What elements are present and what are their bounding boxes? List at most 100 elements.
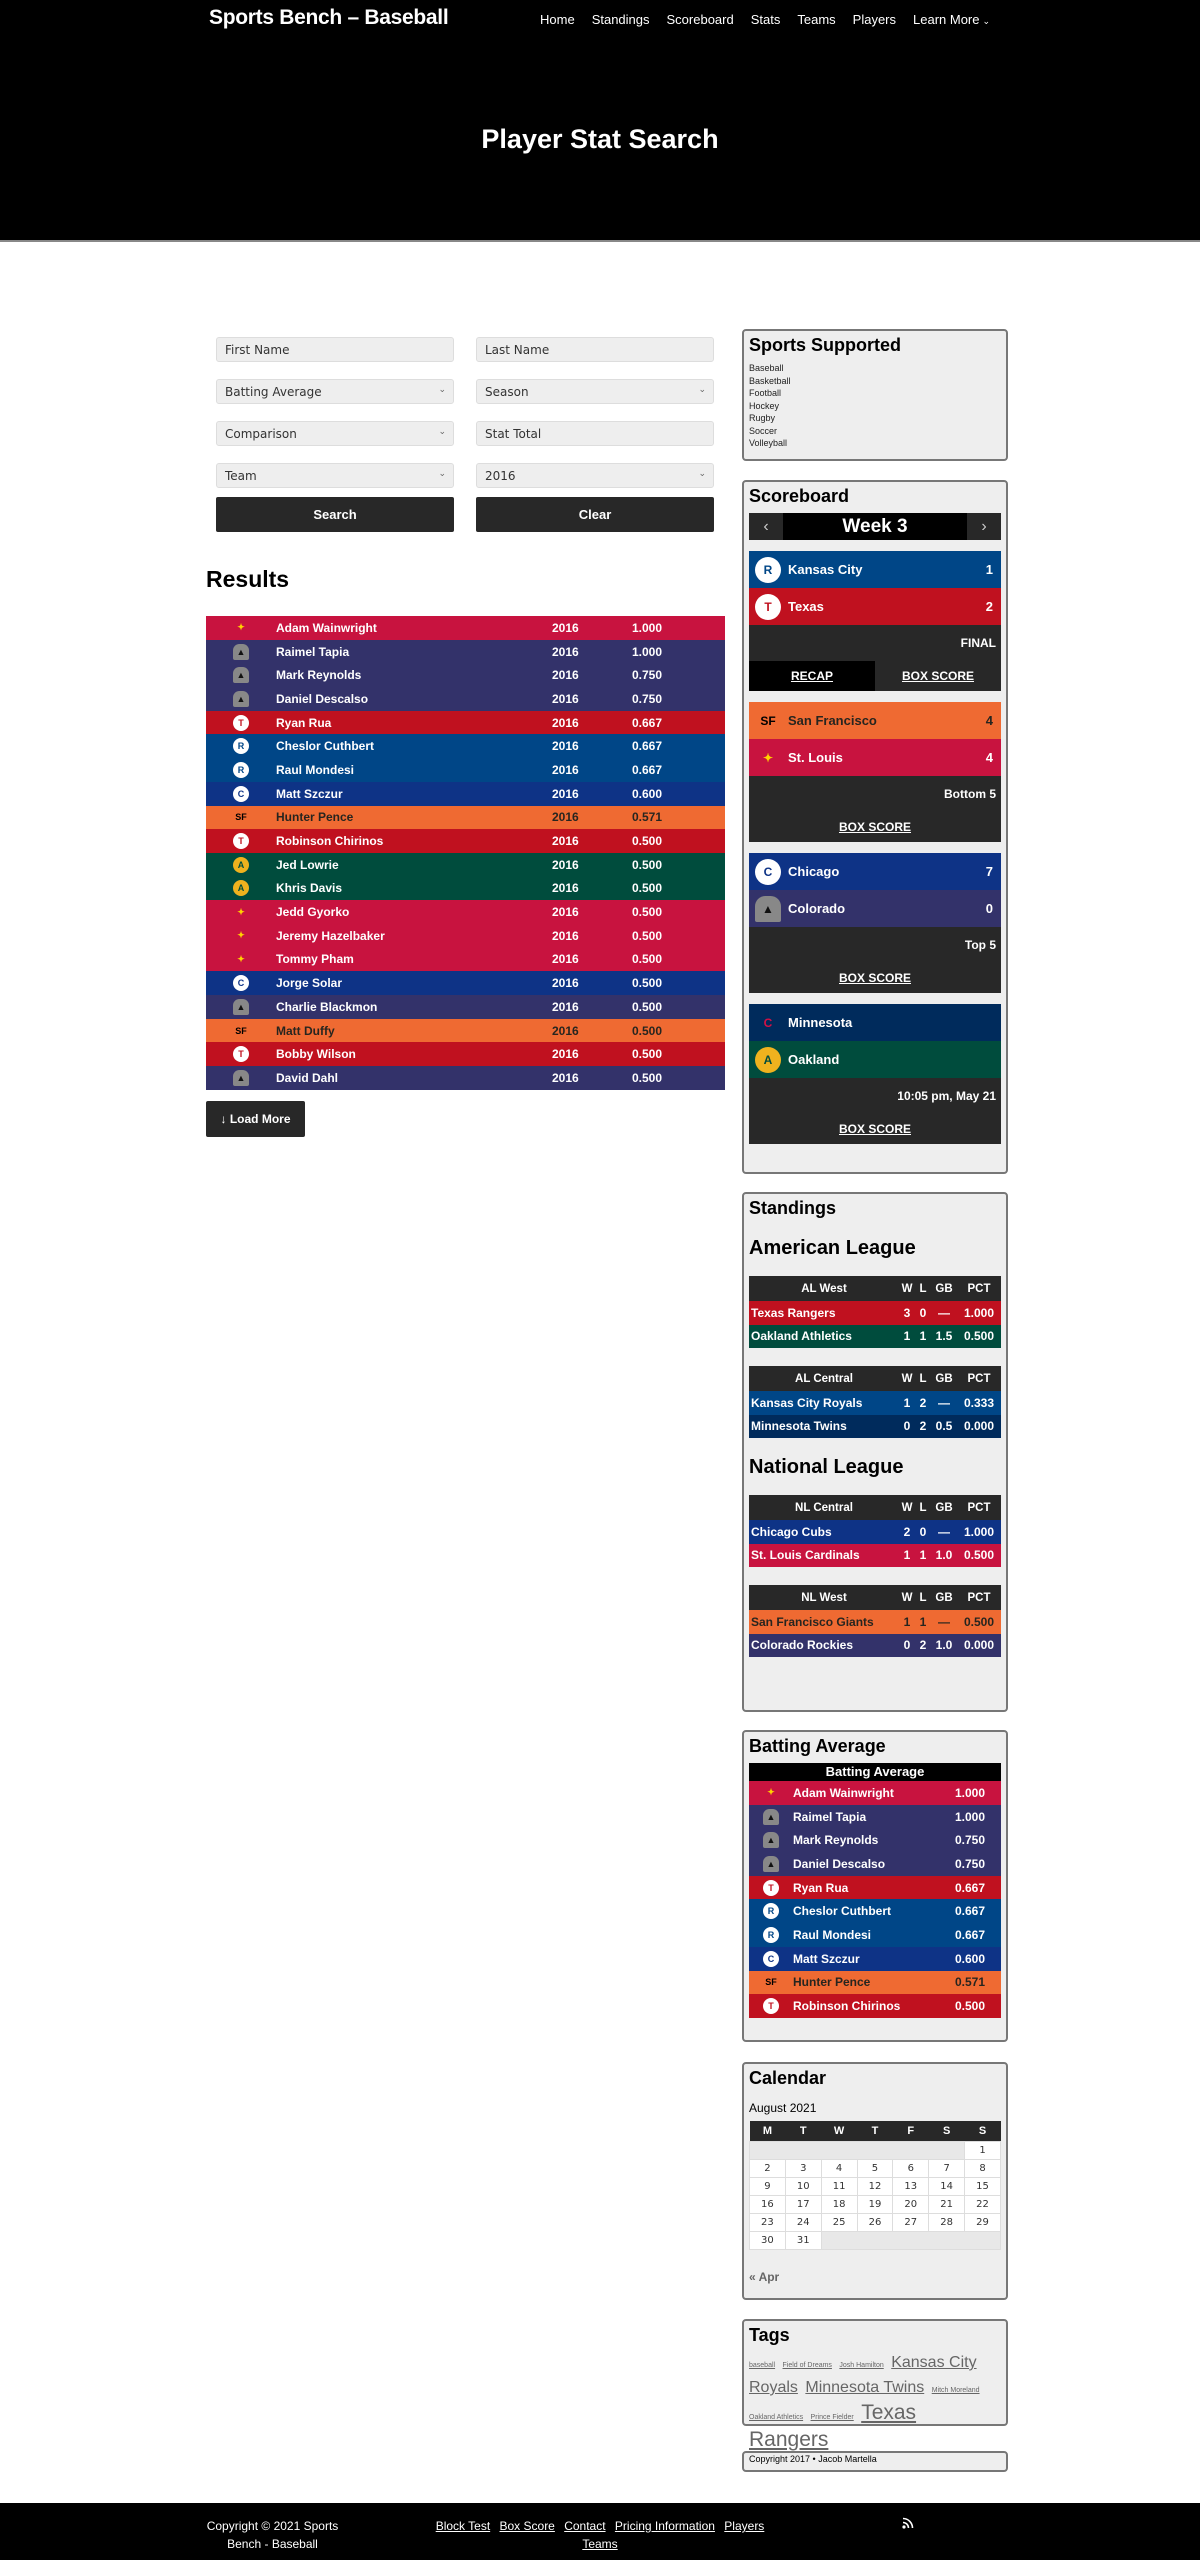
box-score-link[interactable]: BOX SCORE: [749, 812, 1001, 842]
standings-row[interactable]: St. Louis Cardinals 1 1 1.0 0.500: [749, 1543, 1001, 1567]
team-name[interactable]: Chicago Cubs: [749, 1520, 899, 1544]
team-name[interactable]: Minnesota: [788, 1015, 993, 1030]
nav-teams[interactable]: Teams: [797, 12, 835, 27]
player-name[interactable]: Daniel Descalso: [276, 692, 552, 706]
player-name[interactable]: Cheslor Cuthbert: [793, 1904, 955, 1918]
footer-link[interactable]: Pricing Information: [615, 2519, 715, 2533]
box-score-link[interactable]: BOX SCORE: [749, 963, 1001, 993]
player-name[interactable]: Robinson Chirinos: [793, 1999, 955, 2013]
batting-row[interactable]: SF Hunter Pence 0.571: [749, 1970, 1001, 1995]
tag-link[interactable]: Prince Fielder: [811, 2414, 854, 2421]
table-row[interactable]: R Raul Mondesi 2016 0.667: [206, 758, 725, 782]
footer-link[interactable]: Block Test: [436, 2519, 490, 2533]
tag-link[interactable]: Minnesota Twins: [805, 2379, 924, 2396]
nav-players[interactable]: Players: [853, 12, 896, 27]
batting-row[interactable]: ▲ Daniel Descalso 0.750: [749, 1852, 1001, 1876]
last-name-input[interactable]: Last Name: [476, 337, 714, 362]
table-row[interactable]: ▲ Mark Reynolds 2016 0.750: [206, 663, 725, 688]
player-name[interactable]: Jeremy Hazelbaker: [276, 929, 552, 943]
site-title[interactable]: Sports Bench – Baseball: [209, 6, 449, 30]
year-select[interactable]: 2016 ⌄: [476, 463, 714, 488]
recap-link[interactable]: RECAP: [749, 661, 875, 691]
standings-row[interactable]: Minnesota Twins 0 2 0.5 0.000: [749, 1414, 1001, 1439]
footer-link[interactable]: Contact: [564, 2519, 605, 2533]
table-row[interactable]: ▲ David Dahl 2016 0.500: [206, 1066, 725, 1090]
table-row[interactable]: ▲ Daniel Descalso 2016 0.750: [206, 687, 725, 711]
stat-select[interactable]: Batting Average ⌄: [216, 379, 454, 404]
player-name[interactable]: Charlie Blackmon: [276, 1000, 552, 1014]
nav-learn-more[interactable]: Learn More ⌄: [913, 12, 990, 27]
nav-stats[interactable]: Stats: [751, 12, 781, 27]
search-button[interactable]: Search: [216, 497, 454, 532]
tag-link[interactable]: Texas Rangers: [749, 2401, 916, 2451]
standings-row[interactable]: Texas Rangers 3 0 — 1.000: [749, 1301, 1001, 1325]
tag-link[interactable]: baseball: [749, 2362, 775, 2369]
rss-icon[interactable]: [902, 2517, 914, 2532]
player-name[interactable]: Matt Szczur: [276, 787, 552, 801]
team-name[interactable]: Minnesota Twins: [749, 1415, 899, 1439]
player-name[interactable]: Ryan Rua: [793, 1881, 955, 1895]
team-name[interactable]: San Francisco Giants: [749, 1610, 899, 1634]
standings-row[interactable]: Colorado Rockies 0 2 1.0 0.000: [749, 1633, 1001, 1658]
player-name[interactable]: Jorge Solar: [276, 976, 552, 990]
player-name[interactable]: Mark Reynolds: [276, 668, 552, 682]
standings-row[interactable]: Kansas City Royals 1 2 — 0.333: [749, 1391, 1001, 1415]
sport-item[interactable]: Rugby: [749, 412, 1001, 425]
player-name[interactable]: Jedd Gyorko: [276, 905, 552, 919]
team-name[interactable]: St. Louis: [788, 750, 986, 765]
team-name[interactable]: San Francisco: [788, 713, 986, 728]
team-name[interactable]: Oakland Athletics: [749, 1325, 899, 1349]
standings-row[interactable]: San Francisco Giants 1 1 — 0.500: [749, 1610, 1001, 1634]
batting-row[interactable]: R Raul Mondesi 0.667: [749, 1923, 1001, 1947]
table-row[interactable]: ▲ Raimel Tapia 2016 1.000: [206, 639, 725, 664]
table-row[interactable]: T Ryan Rua 2016 0.667: [206, 710, 725, 735]
player-name[interactable]: Robinson Chirinos: [276, 834, 552, 848]
load-more-button[interactable]: ↓ Load More: [206, 1101, 305, 1137]
batting-row[interactable]: R Cheslor Cuthbert 0.667: [749, 1899, 1001, 1924]
table-row[interactable]: C Matt Szczur 2016 0.600: [206, 781, 725, 806]
table-row[interactable]: A Jed Lowrie 2016 0.500: [206, 852, 725, 877]
standings-row[interactable]: Chicago Cubs 2 0 — 1.000: [749, 1520, 1001, 1544]
standings-row[interactable]: Oakland Athletics 1 1 1.5 0.500: [749, 1324, 1001, 1349]
clear-button[interactable]: Clear: [476, 497, 714, 532]
tag-link[interactable]: Oakland Athletics: [749, 2414, 803, 2421]
player-name[interactable]: Daniel Descalso: [793, 1857, 955, 1871]
player-name[interactable]: Cheslor Cuthbert: [276, 739, 552, 753]
comparison-select[interactable]: Comparison ⌄: [216, 421, 454, 446]
team-name[interactable]: Colorado: [788, 901, 986, 916]
batting-row[interactable]: C Matt Szczur 0.600: [749, 1946, 1001, 1971]
team-name[interactable]: Colorado Rockies: [749, 1634, 899, 1658]
batting-row[interactable]: ▲ Raimel Tapia 1.000: [749, 1804, 1001, 1829]
player-name[interactable]: Adam Wainwright: [276, 621, 552, 635]
player-name[interactable]: Tommy Pham: [276, 952, 552, 966]
batting-row[interactable]: T Robinson Chirinos 0.500: [749, 1994, 1001, 2018]
nav-home[interactable]: Home: [540, 12, 575, 27]
player-name[interactable]: Matt Duffy: [276, 1024, 552, 1038]
table-row[interactable]: SF Matt Duffy 2016 0.500: [206, 1018, 725, 1043]
chevron-right-icon[interactable]: ›: [967, 518, 1001, 536]
table-row[interactable]: ✦ Adam Wainwright 2016 1.000: [206, 616, 725, 640]
sport-item[interactable]: Football: [749, 387, 1001, 400]
tag-link[interactable]: Mitch Moreland: [932, 2387, 980, 2394]
calendar-prev-link[interactable]: « Apr: [749, 2270, 1001, 2284]
player-name[interactable]: Hunter Pence: [276, 810, 552, 824]
table-row[interactable]: ✦ Jeremy Hazelbaker 2016 0.500: [206, 923, 725, 948]
table-row[interactable]: ✦ Jedd Gyorko 2016 0.500: [206, 900, 725, 924]
box-score-link[interactable]: BOX SCORE: [749, 1114, 1001, 1144]
first-name-input[interactable]: First Name: [216, 337, 454, 362]
table-row[interactable]: R Cheslor Cuthbert 2016 0.667: [206, 734, 725, 759]
player-name[interactable]: Raimel Tapia: [276, 645, 552, 659]
team-name[interactable]: Kansas City: [788, 562, 986, 577]
batting-row[interactable]: T Ryan Rua 0.667: [749, 1875, 1001, 1900]
box-score-link[interactable]: BOX SCORE: [875, 661, 1001, 691]
sport-item[interactable]: Soccer: [749, 425, 1001, 438]
nav-standings[interactable]: Standings: [592, 12, 650, 27]
sport-item[interactable]: Basketball: [749, 375, 1001, 388]
footer-link[interactable]: Teams: [582, 2537, 617, 2551]
table-row[interactable]: SF Hunter Pence 2016 0.571: [206, 805, 725, 830]
player-name[interactable]: Bobby Wilson: [276, 1047, 552, 1061]
footer-link[interactable]: Box Score: [500, 2519, 555, 2533]
player-name[interactable]: Hunter Pence: [793, 1975, 955, 1989]
team-name[interactable]: Oakland: [788, 1052, 993, 1067]
table-row[interactable]: T Bobby Wilson 2016 0.500: [206, 1042, 725, 1067]
